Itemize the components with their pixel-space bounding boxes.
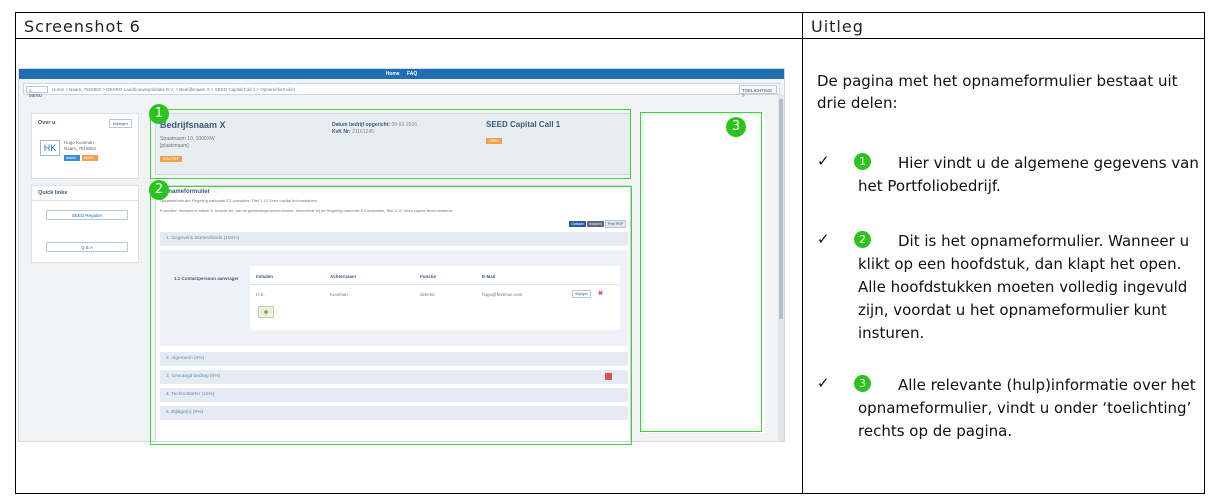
explanation-item-1-text: Hier vindt u de algemene gegevens van he…	[858, 154, 1199, 195]
highlight-box-3	[640, 112, 762, 432]
breadcrumb-path[interactable]: Home > Naam_7918802 > DEKRO-Landbouwexpl…	[52, 87, 295, 92]
scrollbar-thumb[interactable]	[779, 99, 783, 319]
marker-2: 2	[149, 180, 169, 200]
header-uitleg-title: Uitleg	[811, 17, 864, 36]
highlight-box-2	[150, 186, 632, 445]
table-header-row: Screenshot 6 Uitleg	[16, 13, 1204, 39]
marker-3: 3	[726, 117, 746, 137]
check-icon: ✓	[817, 230, 830, 248]
highlight-box-1	[150, 109, 631, 179]
user-account: Naam_7918802	[64, 146, 97, 151]
check-icon: ✓	[817, 374, 830, 392]
role-badge: Admin	[64, 155, 80, 161]
marker-2-icon: 2	[854, 231, 871, 248]
qa-button[interactable]: Q & A	[46, 242, 128, 252]
quick-links-card: Quick links SEED Regulier Q & A	[31, 185, 139, 263]
marker-3-icon: 3	[854, 375, 871, 392]
top-nav-links: Home FAQ	[19, 69, 784, 79]
quick-links-title: Quick links	[38, 190, 68, 196]
marker-1: 1	[149, 104, 169, 124]
nav-faq[interactable]: FAQ	[407, 71, 417, 77]
over-u-card: Over u Wijzigen HK Hugo Kooiman Naam_791…	[31, 113, 139, 179]
avatar: HK	[40, 140, 60, 156]
status-badge: Actief	[82, 155, 98, 161]
explanation-intro: De pagina met het opnameformulier bestaa…	[817, 72, 1178, 112]
over-u-title: Over u	[38, 120, 56, 126]
divider	[32, 200, 138, 201]
nav-home[interactable]: Home	[386, 71, 400, 77]
breadcrumb: < MENU Home > Naam_7918802 > DEKRO-Landb…	[23, 83, 780, 98]
explanation-item-3-text: Alle relevante (hulp)informatie over het…	[858, 376, 1196, 440]
explanation-item-2-text: Dit is het opnameformulier. Wanneer u kl…	[858, 232, 1190, 342]
column-divider	[802, 13, 803, 493]
check-icon: ✓	[817, 152, 830, 170]
user-info: Hugo Kooiman Naam_7918802	[64, 140, 96, 152]
over-u-edit-button[interactable]: Wijzigen	[108, 119, 132, 128]
marker-1-icon: 1	[854, 153, 871, 170]
header-screenshot-title: Screenshot 6	[24, 17, 141, 36]
seed-regulier-button[interactable]: SEED Regulier	[46, 210, 128, 220]
menu-button[interactable]: < MENU	[26, 86, 48, 98]
toelichting-button[interactable]: TOELICHTING >	[739, 85, 777, 98]
